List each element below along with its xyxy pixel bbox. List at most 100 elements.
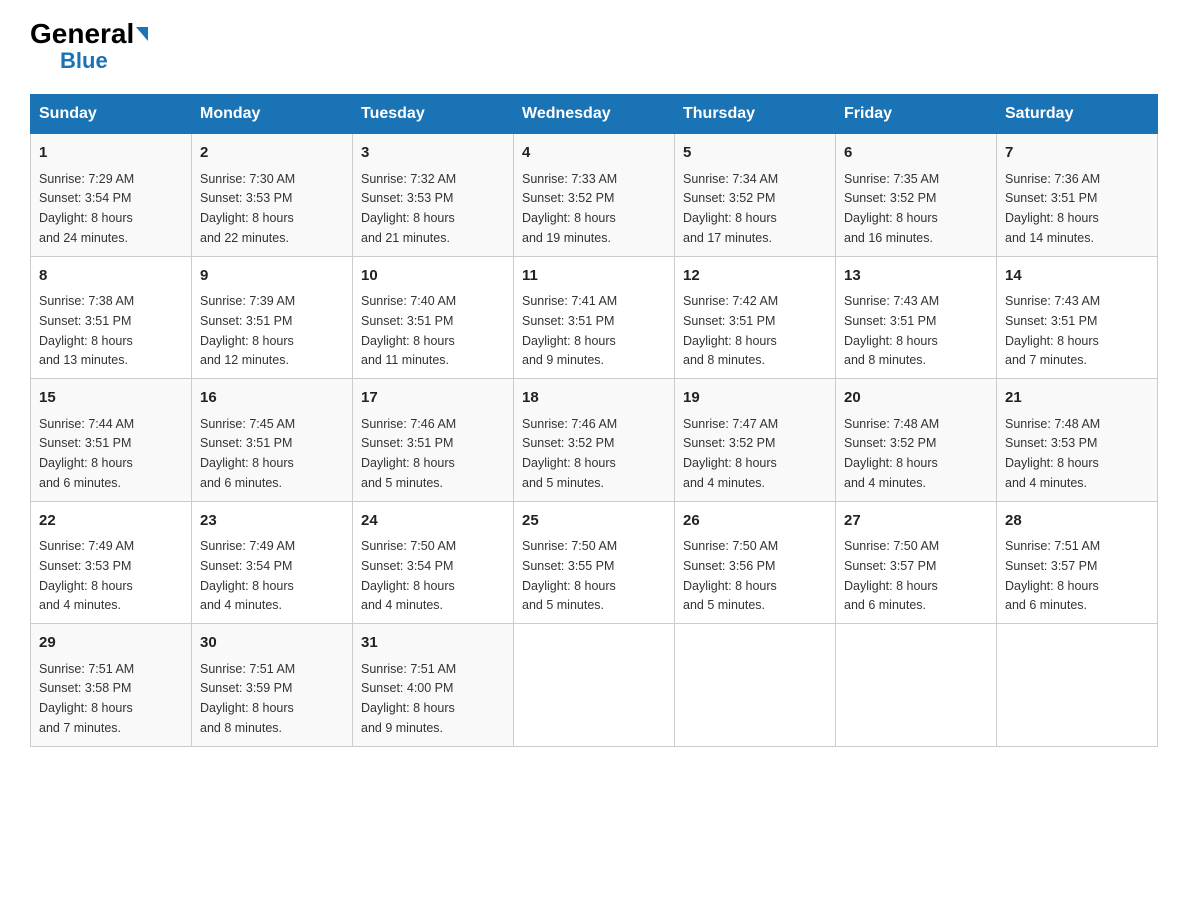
calendar-cell: 25 Sunrise: 7:50 AMSunset: 3:55 PMDaylig… — [514, 501, 675, 624]
day-number: 18 — [522, 387, 666, 410]
calendar-cell: 18 Sunrise: 7:46 AMSunset: 3:52 PMDaylig… — [514, 379, 675, 502]
day-number: 27 — [844, 510, 988, 533]
day-number: 26 — [683, 510, 827, 533]
calendar-cell: 17 Sunrise: 7:46 AMSunset: 3:51 PMDaylig… — [353, 379, 514, 502]
calendar-cell: 4 Sunrise: 7:33 AMSunset: 3:52 PMDayligh… — [514, 134, 675, 257]
day-number: 5 — [683, 142, 827, 165]
calendar-cell: 10 Sunrise: 7:40 AMSunset: 3:51 PMDaylig… — [353, 256, 514, 379]
day-info: Sunrise: 7:51 AMSunset: 3:58 PMDaylight:… — [39, 662, 134, 735]
day-number: 14 — [1005, 265, 1149, 288]
calendar-cell: 7 Sunrise: 7:36 AMSunset: 3:51 PMDayligh… — [997, 134, 1158, 257]
day-info: Sunrise: 7:43 AMSunset: 3:51 PMDaylight:… — [844, 294, 939, 367]
day-info: Sunrise: 7:50 AMSunset: 3:54 PMDaylight:… — [361, 539, 456, 612]
day-info: Sunrise: 7:50 AMSunset: 3:56 PMDaylight:… — [683, 539, 778, 612]
day-info: Sunrise: 7:34 AMSunset: 3:52 PMDaylight:… — [683, 172, 778, 245]
calendar-week-row: 8 Sunrise: 7:38 AMSunset: 3:51 PMDayligh… — [31, 256, 1158, 379]
day-number: 17 — [361, 387, 505, 410]
page-header: General Blue — [30, 20, 1158, 74]
day-number: 10 — [361, 265, 505, 288]
calendar-cell: 14 Sunrise: 7:43 AMSunset: 3:51 PMDaylig… — [997, 256, 1158, 379]
day-info: Sunrise: 7:30 AMSunset: 3:53 PMDaylight:… — [200, 172, 295, 245]
day-info: Sunrise: 7:46 AMSunset: 3:51 PMDaylight:… — [361, 417, 456, 490]
calendar-cell: 24 Sunrise: 7:50 AMSunset: 3:54 PMDaylig… — [353, 501, 514, 624]
day-number: 28 — [1005, 510, 1149, 533]
calendar-cell: 21 Sunrise: 7:48 AMSunset: 3:53 PMDaylig… — [997, 379, 1158, 502]
day-number: 19 — [683, 387, 827, 410]
day-info: Sunrise: 7:49 AMSunset: 3:53 PMDaylight:… — [39, 539, 134, 612]
day-number: 13 — [844, 265, 988, 288]
day-info: Sunrise: 7:29 AMSunset: 3:54 PMDaylight:… — [39, 172, 134, 245]
day-number: 20 — [844, 387, 988, 410]
day-number: 2 — [200, 142, 344, 165]
day-number: 29 — [39, 632, 183, 655]
day-info: Sunrise: 7:50 AMSunset: 3:57 PMDaylight:… — [844, 539, 939, 612]
calendar-cell: 6 Sunrise: 7:35 AMSunset: 3:52 PMDayligh… — [836, 134, 997, 257]
logo-triangle-icon — [136, 27, 148, 41]
day-number: 16 — [200, 387, 344, 410]
day-number: 12 — [683, 265, 827, 288]
calendar-cell: 27 Sunrise: 7:50 AMSunset: 3:57 PMDaylig… — [836, 501, 997, 624]
calendar-cell: 29 Sunrise: 7:51 AMSunset: 3:58 PMDaylig… — [31, 624, 192, 747]
day-info: Sunrise: 7:43 AMSunset: 3:51 PMDaylight:… — [1005, 294, 1100, 367]
day-info: Sunrise: 7:33 AMSunset: 3:52 PMDaylight:… — [522, 172, 617, 245]
calendar-cell — [997, 624, 1158, 747]
calendar-cell: 13 Sunrise: 7:43 AMSunset: 3:51 PMDaylig… — [836, 256, 997, 379]
day-info: Sunrise: 7:36 AMSunset: 3:51 PMDaylight:… — [1005, 172, 1100, 245]
calendar-cell: 26 Sunrise: 7:50 AMSunset: 3:56 PMDaylig… — [675, 501, 836, 624]
calendar-header-row: SundayMondayTuesdayWednesdayThursdayFrid… — [31, 95, 1158, 134]
day-number: 31 — [361, 632, 505, 655]
calendar-cell: 16 Sunrise: 7:45 AMSunset: 3:51 PMDaylig… — [192, 379, 353, 502]
calendar-cell: 8 Sunrise: 7:38 AMSunset: 3:51 PMDayligh… — [31, 256, 192, 379]
day-info: Sunrise: 7:48 AMSunset: 3:52 PMDaylight:… — [844, 417, 939, 490]
calendar-cell: 19 Sunrise: 7:47 AMSunset: 3:52 PMDaylig… — [675, 379, 836, 502]
day-number: 4 — [522, 142, 666, 165]
logo: General Blue — [30, 20, 148, 74]
day-number: 21 — [1005, 387, 1149, 410]
header-monday: Monday — [192, 95, 353, 134]
day-number: 3 — [361, 142, 505, 165]
day-number: 11 — [522, 265, 666, 288]
logo-general-text: General — [30, 20, 134, 48]
calendar-week-row: 29 Sunrise: 7:51 AMSunset: 3:58 PMDaylig… — [31, 624, 1158, 747]
day-info: Sunrise: 7:51 AMSunset: 4:00 PMDaylight:… — [361, 662, 456, 735]
header-saturday: Saturday — [997, 95, 1158, 134]
day-number: 7 — [1005, 142, 1149, 165]
calendar-cell — [675, 624, 836, 747]
calendar-cell: 9 Sunrise: 7:39 AMSunset: 3:51 PMDayligh… — [192, 256, 353, 379]
calendar-week-row: 22 Sunrise: 7:49 AMSunset: 3:53 PMDaylig… — [31, 501, 1158, 624]
logo-text: General — [30, 20, 148, 48]
day-number: 6 — [844, 142, 988, 165]
day-info: Sunrise: 7:47 AMSunset: 3:52 PMDaylight:… — [683, 417, 778, 490]
day-info: Sunrise: 7:51 AMSunset: 3:57 PMDaylight:… — [1005, 539, 1100, 612]
day-info: Sunrise: 7:40 AMSunset: 3:51 PMDaylight:… — [361, 294, 456, 367]
header-sunday: Sunday — [31, 95, 192, 134]
header-tuesday: Tuesday — [353, 95, 514, 134]
day-number: 30 — [200, 632, 344, 655]
calendar-cell: 2 Sunrise: 7:30 AMSunset: 3:53 PMDayligh… — [192, 134, 353, 257]
calendar-cell: 31 Sunrise: 7:51 AMSunset: 4:00 PMDaylig… — [353, 624, 514, 747]
calendar-cell — [514, 624, 675, 747]
day-info: Sunrise: 7:42 AMSunset: 3:51 PMDaylight:… — [683, 294, 778, 367]
day-info: Sunrise: 7:35 AMSunset: 3:52 PMDaylight:… — [844, 172, 939, 245]
calendar-cell: 11 Sunrise: 7:41 AMSunset: 3:51 PMDaylig… — [514, 256, 675, 379]
calendar-cell: 12 Sunrise: 7:42 AMSunset: 3:51 PMDaylig… — [675, 256, 836, 379]
day-number: 25 — [522, 510, 666, 533]
day-info: Sunrise: 7:51 AMSunset: 3:59 PMDaylight:… — [200, 662, 295, 735]
calendar-cell: 20 Sunrise: 7:48 AMSunset: 3:52 PMDaylig… — [836, 379, 997, 502]
calendar-cell: 1 Sunrise: 7:29 AMSunset: 3:54 PMDayligh… — [31, 134, 192, 257]
calendar-cell — [836, 624, 997, 747]
day-info: Sunrise: 7:44 AMSunset: 3:51 PMDaylight:… — [39, 417, 134, 490]
day-number: 8 — [39, 265, 183, 288]
calendar-cell: 22 Sunrise: 7:49 AMSunset: 3:53 PMDaylig… — [31, 501, 192, 624]
day-info: Sunrise: 7:41 AMSunset: 3:51 PMDaylight:… — [522, 294, 617, 367]
calendar-cell: 15 Sunrise: 7:44 AMSunset: 3:51 PMDaylig… — [31, 379, 192, 502]
day-info: Sunrise: 7:49 AMSunset: 3:54 PMDaylight:… — [200, 539, 295, 612]
logo-blue-text: Blue — [60, 48, 108, 74]
day-info: Sunrise: 7:45 AMSunset: 3:51 PMDaylight:… — [200, 417, 295, 490]
header-thursday: Thursday — [675, 95, 836, 134]
header-friday: Friday — [836, 95, 997, 134]
day-info: Sunrise: 7:46 AMSunset: 3:52 PMDaylight:… — [522, 417, 617, 490]
calendar-cell: 23 Sunrise: 7:49 AMSunset: 3:54 PMDaylig… — [192, 501, 353, 624]
day-number: 22 — [39, 510, 183, 533]
day-number: 24 — [361, 510, 505, 533]
